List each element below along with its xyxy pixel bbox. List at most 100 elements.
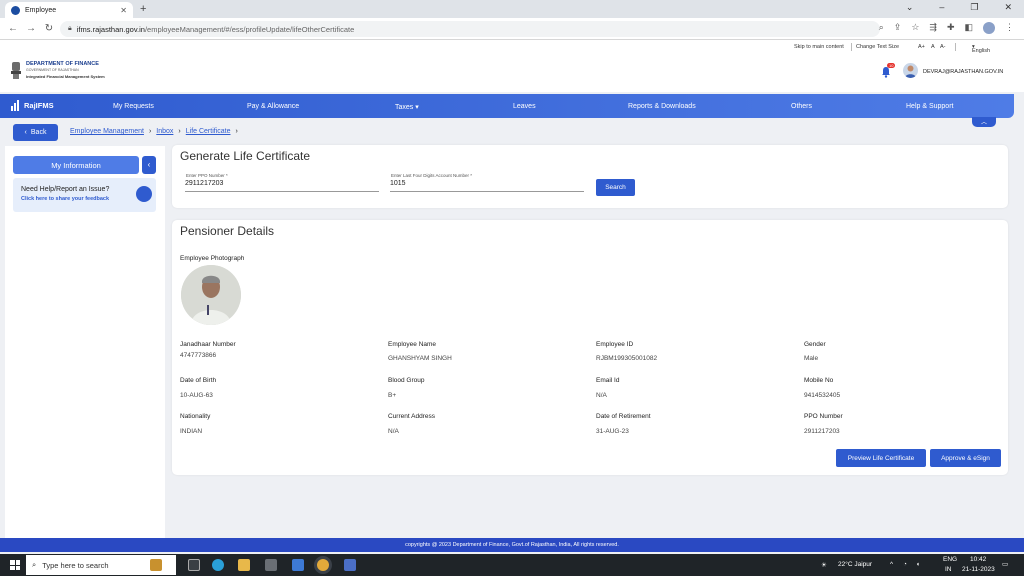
edge-icon[interactable]	[212, 559, 224, 571]
breadcrumb-inbox[interactable]: Inbox	[156, 128, 173, 135]
sidepanel-icon[interactable]: ◧	[964, 22, 973, 34]
state-emblem-icon	[11, 62, 21, 79]
photo-label: Employee Photograph	[180, 255, 245, 262]
system-name: Integrated Financial Management System	[26, 74, 105, 79]
account-digits-input[interactable]: 1015	[390, 180, 584, 192]
ppo-number-input[interactable]: 2911217203	[185, 180, 379, 192]
nav-item-leaves[interactable]: Leaves	[513, 103, 536, 110]
ppo-number-value: 2911217203	[804, 428, 840, 435]
org-name: DEPARTMENT OF FINANCE	[26, 61, 99, 67]
cast-icon[interactable]: ⇶	[929, 22, 937, 34]
gender-value: Male	[804, 355, 819, 362]
address-bar-row: ← → ↻ 🔒︎ ifms.rajasthan.gov.in/employeeM…	[0, 18, 1024, 40]
user-email[interactable]: DEVRAJ@RAJASTHAN.GOV.IN	[923, 69, 1003, 75]
star-icon[interactable]: ☆	[911, 22, 919, 34]
help-title: Need Help/Report an Issue?	[21, 186, 110, 193]
back-arrow-icon[interactable]: ←	[4, 23, 22, 34]
app-icon[interactable]	[344, 559, 356, 571]
ppo-label: Enter PPO Number *	[186, 173, 228, 178]
nav-item-pay-allowance[interactable]: Pay & Allowance	[247, 103, 299, 110]
browser-tab-bar: Employee ✕ + ⌄ – ❐ ✕	[0, 0, 1024, 18]
employee-name-value: GHANSHYAM SINGH	[388, 355, 452, 362]
chrome-icon[interactable]	[317, 559, 329, 571]
brand-bars-icon	[11, 100, 21, 111]
collapse-nav-button[interactable]: ︿	[972, 117, 996, 127]
clock-date[interactable]: 21-11-2023	[962, 566, 995, 573]
employee-name-label: Employee Name	[388, 341, 437, 348]
browser-tab[interactable]: Employee ✕	[5, 2, 133, 18]
avatar[interactable]	[903, 63, 918, 78]
nav-item-taxes[interactable]: Taxes ▾	[395, 103, 419, 111]
sidebar-toggle-button[interactable]: ‹	[142, 156, 156, 174]
section-title: Pensioner Details	[180, 224, 275, 238]
forward-arrow-icon[interactable]: →	[22, 23, 40, 34]
chevron-down-icon[interactable]: ⌄	[906, 2, 914, 13]
janadhaar-value: 4747773866	[180, 352, 217, 359]
zoom-icon[interactable]: ⌕	[879, 22, 884, 34]
notification-center-icon[interactable]: ▭	[1002, 560, 1008, 568]
share-icon[interactable]: ⇪	[894, 22, 902, 34]
nav-item-reports[interactable]: Reports & Downloads	[628, 103, 696, 110]
weather-text[interactable]: 22°C Jaipur	[838, 561, 872, 568]
mail-icon[interactable]	[292, 559, 304, 571]
nav-item-my-requests[interactable]: My Requests	[113, 103, 154, 110]
chevron-right-icon: ›	[148, 128, 152, 135]
language-select[interactable]: English ▾	[972, 44, 990, 54]
brand-logo[interactable]: RajIFMS	[11, 100, 54, 111]
lang-region[interactable]: IN	[945, 566, 952, 573]
retirement-value: 31-AUG-23	[596, 428, 629, 435]
approve-esign-button[interactable]: Approve & eSign	[930, 449, 1001, 467]
new-tab-icon[interactable]: +	[140, 3, 146, 15]
text-normal-button[interactable]: A	[931, 44, 935, 50]
briefcase-icon[interactable]	[150, 559, 162, 571]
generate-card: Generate Life Certificate Enter PPO Numb…	[172, 145, 1008, 208]
chevron-right-icon: ›	[235, 128, 238, 135]
site-header: DEPARTMENT OF FINANCE GOVERNMENT OF RAJA…	[0, 54, 1024, 92]
breadcrumb-life-certificate[interactable]: Life Certificate	[186, 128, 231, 135]
nav-item-help-support[interactable]: Help & Support	[906, 103, 953, 110]
help-box[interactable]: Need Help/Report an Issue? Click here to…	[13, 178, 156, 212]
clock-time[interactable]: 10:42	[970, 556, 986, 563]
text-decrease-button[interactable]: A-	[940, 44, 946, 50]
extensions-icon[interactable]: ✚	[947, 22, 955, 34]
page-footer: copyrights @ 2023 Department of Finance,…	[0, 538, 1024, 552]
search-button[interactable]: Search	[596, 179, 635, 196]
notification-badge: 10	[887, 63, 896, 68]
task-view-icon[interactable]	[188, 559, 200, 571]
nationality-value: INDIAN	[180, 428, 203, 435]
divider	[851, 43, 852, 51]
tray-chevron-icon[interactable]: ^	[890, 561, 893, 568]
feedback-link[interactable]: Click here to share your feedback	[21, 196, 109, 202]
menu-kebab-icon[interactable]: ⋮	[1005, 22, 1014, 34]
back-label: Back	[30, 129, 47, 136]
back-button[interactable]: ‹ Back	[13, 124, 58, 141]
my-information-button[interactable]: My Information	[13, 156, 139, 174]
minimize-icon[interactable]: –	[939, 2, 944, 13]
profile-icon[interactable]	[983, 22, 995, 34]
search-icon: ⌕	[32, 560, 37, 569]
maximize-icon[interactable]: ❐	[970, 2, 978, 13]
preview-certificate-button[interactable]: Preview Life Certificate	[836, 449, 926, 467]
breadcrumb-employee-management[interactable]: Employee Management	[70, 128, 144, 135]
dob-label: Date of Birth	[180, 377, 217, 384]
network-icon[interactable]: ◔	[903, 561, 907, 568]
employee-photo	[181, 265, 241, 325]
skip-link[interactable]: Skip to main content	[794, 44, 844, 50]
sidebar: My Information ‹ Need Help/Report an Iss…	[5, 146, 165, 538]
url-field[interactable]: 🔒︎ ifms.rajasthan.gov.in/employeeManagem…	[60, 21, 880, 37]
chat-icon[interactable]	[136, 186, 152, 202]
volume-icon[interactable]: ◖	[916, 561, 920, 568]
close-tab-icon[interactable]: ✕	[120, 6, 127, 15]
windows-start-icon[interactable]	[10, 560, 20, 570]
weather-icon[interactable]: ☀	[821, 561, 827, 569]
file-explorer-icon[interactable]	[238, 559, 250, 571]
text-increase-button[interactable]: A+	[918, 44, 925, 50]
store-icon[interactable]	[265, 559, 277, 571]
brand-name: RajIFMS	[24, 101, 54, 110]
lang-ime[interactable]: ENG	[943, 556, 957, 563]
url-path: /employeeManagement/#/ess/profileUpdate/…	[144, 24, 355, 34]
close-window-icon[interactable]: ✕	[1004, 2, 1012, 13]
chevron-right-icon: ›	[178, 128, 181, 135]
nav-item-others[interactable]: Others	[791, 103, 812, 110]
reload-icon[interactable]: ↻	[40, 23, 58, 34]
